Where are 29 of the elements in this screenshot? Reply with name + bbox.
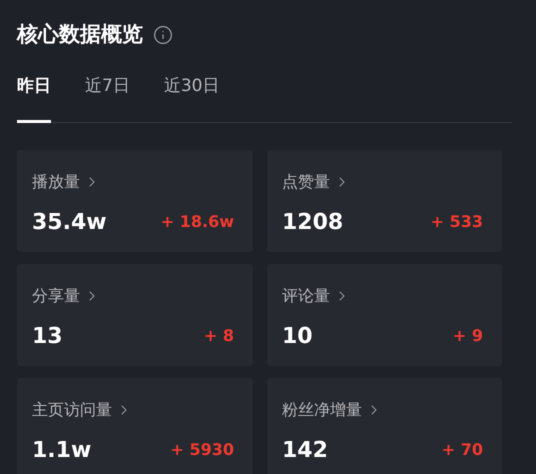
metric-value: 142 [282, 436, 328, 464]
metric-card[interactable]: 粉丝净增量 142 + 70 [267, 378, 502, 474]
metric-card[interactable]: 评论量 10 + 9 [267, 264, 502, 366]
metric-change: + 18.6w [160, 211, 234, 233]
metric-change: + 70 [442, 439, 483, 461]
metric-card[interactable]: 播放量 35.4w + 18.6w [17, 150, 253, 252]
metric-label: 点赞量 [282, 170, 330, 192]
info-icon[interactable] [153, 25, 173, 45]
metric-change: + 8 [204, 325, 234, 347]
metric-label: 主页访问量 [32, 398, 112, 420]
metric-change: + 533 [430, 211, 483, 233]
metric-value: 35.4w [32, 208, 107, 236]
metric-value: 1.1w [32, 436, 92, 464]
section-title: 核心数据概览 [17, 21, 143, 48]
metric-card[interactable]: 分享量 13 + 8 [17, 264, 253, 366]
period-tab[interactable]: 近7日 [85, 74, 130, 122]
period-tab[interactable]: 昨日 [17, 74, 51, 122]
metric-card[interactable]: 主页访问量 1.1w + 5930 [17, 378, 253, 474]
period-tab[interactable]: 近30日 [164, 74, 220, 122]
metric-change: + 5930 [170, 439, 234, 461]
metric-value: 10 [282, 322, 313, 350]
metric-label: 评论量 [282, 284, 330, 306]
metric-value: 1208 [282, 208, 344, 236]
metric-card[interactable]: 点赞量 1208 + 533 [267, 150, 502, 252]
metric-label: 播放量 [32, 170, 80, 192]
metric-label: 粉丝净增量 [282, 398, 362, 420]
metric-label: 分享量 [32, 284, 80, 306]
metric-value: 13 [32, 322, 63, 350]
metric-change: + 9 [452, 325, 483, 347]
